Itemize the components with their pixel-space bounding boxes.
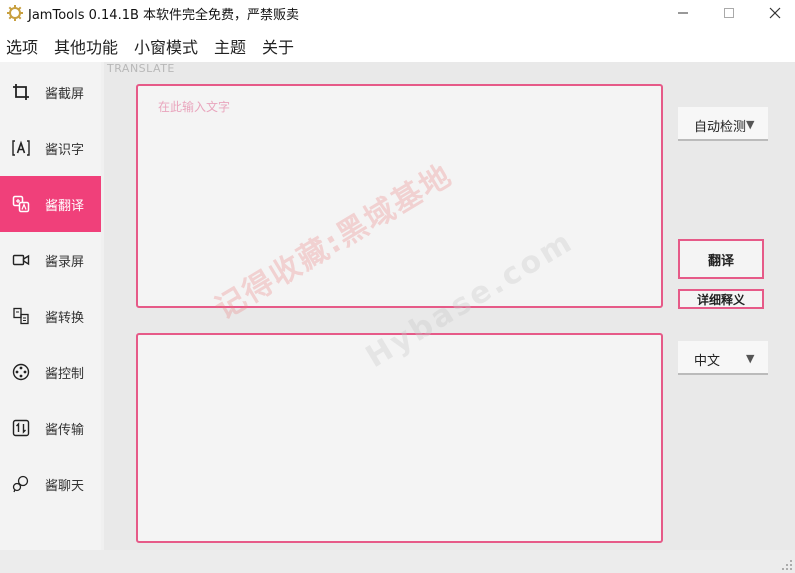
menu-other-functions[interactable]: 其他功能 <box>54 34 118 58</box>
sidebar-item-label: 酱转换 <box>45 311 85 326</box>
sidebar-item-label: 酱控制 <box>45 367 85 382</box>
chevron-down-icon: ▼ <box>746 352 755 365</box>
menu-theme[interactable]: 主题 <box>214 34 246 58</box>
target-language-select[interactable]: 中文 ▼ <box>678 341 768 375</box>
sidebar-item-screenshot[interactable]: 酱截屏 <box>0 64 101 120</box>
app-logo-icon <box>7 5 23 21</box>
maximize-button[interactable] <box>706 0 752 26</box>
close-icon <box>769 7 781 19</box>
sidebar-item-label: 酱传输 <box>45 423 85 438</box>
control-icon <box>12 363 30 381</box>
translate-button[interactable]: 翻译 <box>678 239 764 279</box>
convert-icon <box>13 307 29 325</box>
translate-icon <box>12 195 30 213</box>
video-icon <box>12 254 30 266</box>
close-button[interactable] <box>752 0 795 26</box>
sidebar-item-convert[interactable]: 酱转换 <box>0 288 101 344</box>
sidebar-item-label: 酱聊天 <box>45 479 85 494</box>
window-title: JamTools 0.14.1B 本软件完全免费，严禁贩卖 <box>28 8 300 23</box>
sidebar-item-label: 酱截屏 <box>45 87 85 102</box>
detailed-definition-button[interactable]: 详细释义 <box>678 289 764 309</box>
source-language-value: 自动检测 <box>694 120 747 135</box>
menu-about[interactable]: 关于 <box>262 34 294 58</box>
menu-mini-window[interactable]: 小窗模式 <box>134 34 198 58</box>
sidebar-item-label: 酱识字 <box>45 143 85 158</box>
title-bar: JamTools 0.14.1B 本软件完全免费，严禁贩卖 <box>0 0 795 26</box>
section-label: TRANSLATE <box>107 62 175 75</box>
resize-grip-icon[interactable] <box>781 559 793 571</box>
sidebar-item-label: 酱录屏 <box>45 255 85 270</box>
sidebar-item-label: 酱翻译 <box>45 199 85 214</box>
maximize-icon <box>724 8 734 18</box>
translation-output[interactable] <box>136 333 663 543</box>
sidebar-item-ocr[interactable]: 酱识字 <box>0 120 101 176</box>
crop-icon <box>13 84 29 100</box>
menu-options[interactable]: 选项 <box>6 34 38 58</box>
sidebar-item-transfer[interactable]: 酱传输 <box>0 400 101 456</box>
ocr-icon <box>12 140 30 156</box>
chevron-down-icon: ▼ <box>746 118 755 131</box>
minimize-icon <box>678 12 688 14</box>
transfer-icon <box>12 419 30 437</box>
status-bar <box>0 550 795 573</box>
chat-icon <box>12 475 29 493</box>
sidebar-item-translate[interactable]: 酱翻译 <box>0 176 101 232</box>
minimize-button[interactable] <box>660 0 706 26</box>
menu-bar: 选项 其他功能 小窗模式 主题 关于 <box>0 26 795 62</box>
target-language-value: 中文 <box>694 354 721 369</box>
input-placeholder: 在此输入文字 <box>158 100 231 114</box>
sidebar-item-chat[interactable]: 酱聊天 <box>0 456 101 512</box>
source-language-select[interactable]: 自动检测 ▼ <box>678 107 768 141</box>
sidebar: 酱截屏 酱识字 酱翻译 酱录屏 酱转换 酱控制 酱传输 酱聊天 <box>0 62 101 550</box>
sidebar-item-control[interactable]: 酱控制 <box>0 344 101 400</box>
sidebar-item-record[interactable]: 酱录屏 <box>0 232 101 288</box>
